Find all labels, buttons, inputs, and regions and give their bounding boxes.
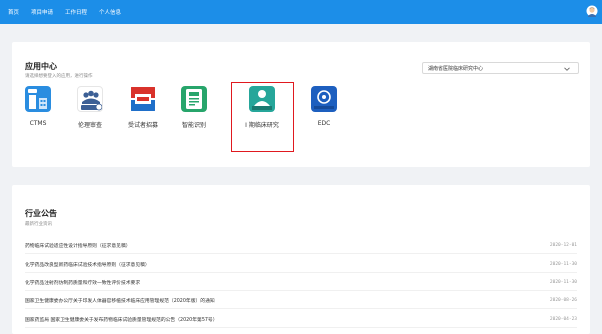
nav-profile[interactable]: 个人信息	[99, 8, 121, 16]
user-avatar-icon[interactable]	[586, 5, 598, 19]
news-item[interactable]: 化学药品改良型新药临床试验技术指导原则（征求意见稿） 2020-11-30	[25, 256, 577, 273]
nav-schedule[interactable]: 工作日程	[65, 8, 87, 16]
news-item[interactable]: 化学药品注射剂仿制药质量和疗效一致性评价技术要求 2020-11-30	[25, 274, 577, 291]
ocr-icon	[181, 86, 207, 112]
app-recruit-label: 受试者招募	[127, 122, 158, 129]
news-item-date: 2020-11-30	[549, 279, 577, 285]
nav-home[interactable]: 首页	[8, 8, 19, 16]
app-center-subtitle: 请选择想要登入的应用，进行操作	[25, 74, 93, 79]
selected-app-highlight	[231, 82, 294, 152]
ctms-icon	[25, 86, 51, 112]
chevron-down-icon	[564, 67, 570, 71]
edc-icon	[311, 86, 337, 112]
news-item[interactable]: 药物临床试验适应性设计指导原则（征求意见稿） 2020-12-01	[25, 237, 577, 254]
nav-project-apply[interactable]: 项目申请	[31, 8, 53, 16]
main-nav: 首页 项目申请 工作日程 个人信息	[0, 0, 127, 24]
app-ctms-label: CTMS	[29, 120, 47, 127]
app-ethics-review[interactable]: 伦理审查	[65, 86, 115, 129]
recruit-icon	[130, 86, 156, 112]
news-item-date: 2020-11-30	[549, 261, 577, 267]
news-item-title: 国家卫生健康委办公厅关于印发人体器官移植技术临床应用管理规范（2020年版）的通…	[25, 298, 215, 304]
industry-news-card: 行业公告 最新行业资讯 药物临床试验适应性设计指导原则（征求意见稿） 2020-…	[12, 185, 590, 334]
news-subtitle: 最新行业资讯	[25, 222, 52, 227]
news-item[interactable]: 国家卫生健康委办公厅关于印发人体器官移植技术临床应用管理规范（2020年版）的通…	[25, 292, 577, 309]
app-center-card: 应用中心 请选择想要登入的应用，进行操作 湖南省医院临床研究中心 CTMS 伦理…	[12, 42, 590, 167]
news-title: 行业公告	[25, 209, 57, 218]
app-edc[interactable]: EDC	[299, 86, 349, 127]
app-ethics-label: 伦理审查	[77, 122, 102, 129]
app-ocr-label: 智能识别	[181, 122, 206, 129]
news-item-title: 化学药品注射剂仿制药质量和疗效一致性评价技术要求	[25, 280, 141, 286]
news-item-date: 2020-04-23	[549, 316, 577, 322]
app-edc-label: EDC	[317, 120, 331, 127]
news-item-title: 药物临床试验适应性设计指导原则（征求意见稿）	[25, 243, 131, 249]
app-center-title: 应用中心	[25, 62, 57, 71]
news-item-date: 2020-12-01	[549, 242, 577, 248]
news-item-title: 化学药品改良型新药临床试验技术指导原则（征求意见稿）	[25, 262, 150, 268]
news-item-title: 国家药监局 国家卫生健康委关于发布药物临床试验质量管理规范的公告（2020年第5…	[25, 317, 218, 323]
app-subject-recruit[interactable]: 受试者招募	[118, 86, 168, 129]
app-smart-recognition[interactable]: 智能识别	[169, 86, 219, 129]
app-ctms[interactable]: CTMS	[13, 86, 63, 127]
institution-select[interactable]: 湖南省医院临床研究中心	[422, 62, 579, 74]
news-item-date: 2020-08-26	[549, 297, 577, 303]
ethics-icon	[77, 86, 103, 112]
top-nav-bar: 首页 项目申请 工作日程 个人信息	[0, 0, 602, 24]
news-item[interactable]: 国家药监局 国家卫生健康委关于发布药物临床试验质量管理规范的公告（2020年第5…	[25, 311, 577, 328]
institution-select-value: 湖南省医院临床研究中心	[428, 65, 484, 72]
